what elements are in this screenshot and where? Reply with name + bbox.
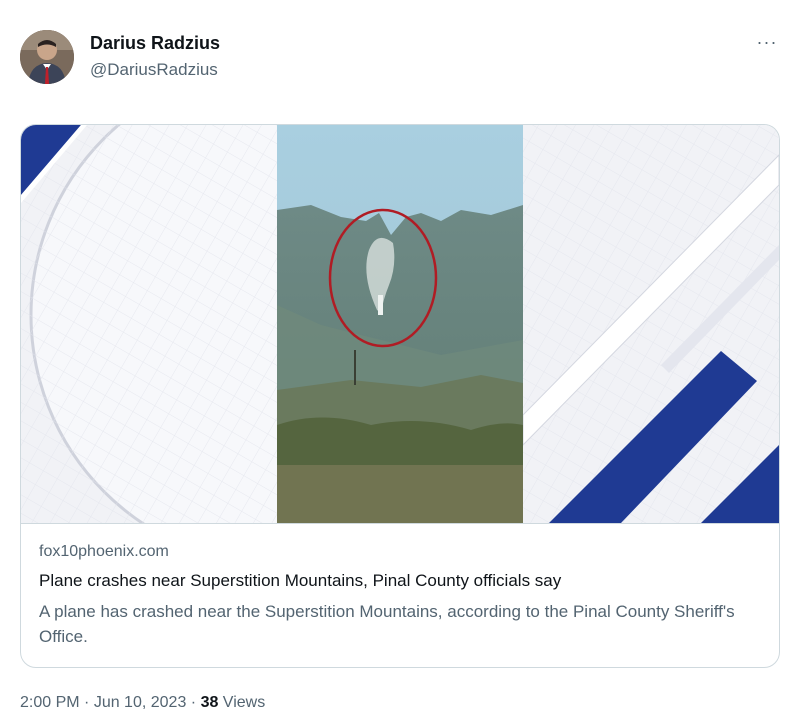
separator: · [186, 694, 201, 711]
author-handle[interactable]: @DariusRadzius [90, 60, 218, 80]
link-preview-card[interactable]: fox10phoenix.com Plane crashes near Supe… [20, 124, 780, 668]
profile-photo [20, 30, 74, 84]
views-label: Views [218, 694, 266, 711]
tweet-timestamp[interactable]: 2:00 PM · Jun 10, 2023 [20, 694, 186, 711]
author-name[interactable]: Darius Radzius [90, 33, 220, 54]
card-title: Plane crashes near Superstition Mountain… [39, 571, 562, 590]
tweet-time: 2:00 PM [20, 694, 80, 711]
avatar[interactable] [20, 30, 74, 84]
card-domain: fox10phoenix.com [39, 543, 169, 560]
more-options-button[interactable]: ··· [750, 30, 784, 54]
news-thumbnail-graphic [21, 125, 779, 523]
divider [21, 523, 779, 524]
tweet-meta: 2:00 PM · Jun 10, 2023 · 38 Views [20, 694, 265, 712]
views-count: 38 [200, 694, 219, 711]
separator: · [79, 694, 94, 711]
card-description: A plane has crashed near the Superstitio… [39, 602, 735, 646]
card-image [21, 125, 779, 523]
tweet-date: Jun 10, 2023 [93, 694, 187, 711]
